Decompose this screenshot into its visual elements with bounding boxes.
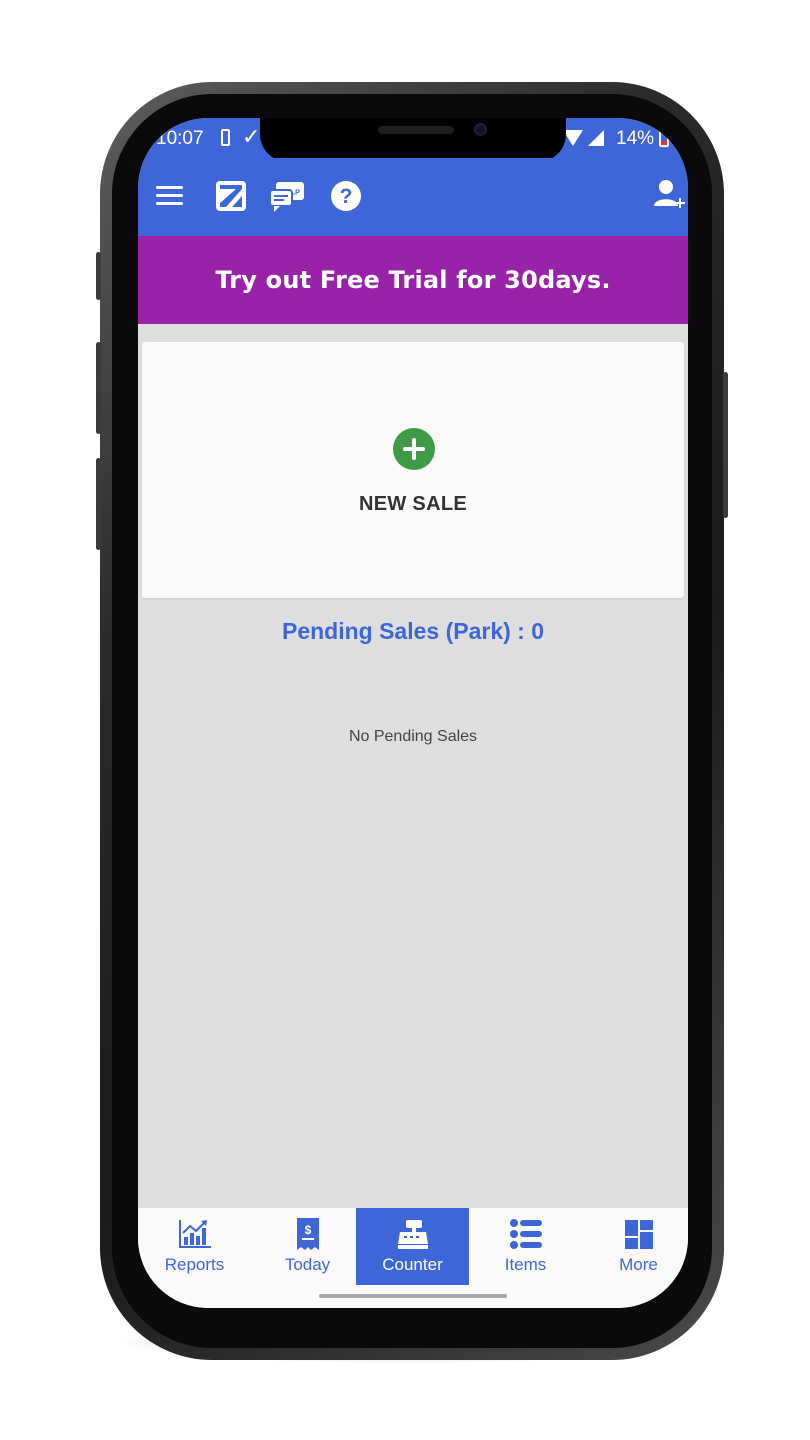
pending-sales-empty-text: No Pending Sales	[348, 728, 478, 745]
battery-percent: 14%	[616, 128, 655, 149]
grid-icon	[624, 1220, 653, 1249]
mute-switch	[96, 252, 101, 300]
new-sale-button[interactable]: NEW SALE	[142, 342, 684, 598]
question-icon[interactable]: ?	[326, 176, 366, 216]
nav-label-counter: Counter	[382, 1255, 443, 1274]
pending-sales-title: Pending Sales (Park) : 0	[281, 618, 545, 644]
svg-text:$: $	[304, 1223, 311, 1237]
new-sale-label: NEW SALE	[359, 493, 467, 515]
list-icon	[509, 1219, 542, 1249]
logo-icon[interactable]	[212, 176, 252, 216]
speaker-grille	[378, 126, 454, 134]
battery-saver-icon	[221, 129, 230, 146]
front-camera	[474, 123, 487, 136]
menu-icon[interactable]	[152, 176, 192, 216]
notch	[260, 118, 566, 162]
nav-label-today: Today	[284, 1255, 331, 1274]
check-icon: ✓	[242, 124, 261, 149]
free-trial-banner[interactable]: Try out Free Trial for 30days.	[138, 236, 688, 324]
volume-down-button	[96, 458, 101, 550]
wifi-icon	[563, 130, 583, 146]
home-indicator[interactable]	[319, 1294, 507, 1298]
help-chat-icon[interactable]: HELP	[268, 176, 308, 216]
app-bar: HELP ?	[138, 158, 688, 236]
power-button	[723, 372, 728, 518]
nav-item-reports[interactable]: Reports	[138, 1208, 251, 1285]
add-user-icon[interactable]	[650, 176, 688, 216]
cash-register-icon	[397, 1220, 428, 1249]
nav-item-items[interactable]: Items	[469, 1208, 582, 1285]
svg-text:?: ?	[340, 185, 353, 208]
nav-label-reports: Reports	[164, 1255, 225, 1274]
nav-item-more[interactable]: More	[582, 1208, 688, 1285]
nav-label-items: Items	[504, 1255, 547, 1274]
reports-icon	[178, 1220, 211, 1248]
signal-icon	[588, 130, 604, 146]
phone-screen: 10:07 ✓ 14% HELP	[138, 118, 688, 1308]
nav-item-today[interactable]: $ Today	[251, 1208, 364, 1285]
nav-label-more: More	[619, 1255, 658, 1274]
nav-item-counter[interactable]: Counter	[356, 1208, 469, 1285]
plus-icon	[393, 428, 435, 470]
bottom-nav: Reports $ Today Counter Items More	[138, 1208, 688, 1308]
battery-icon	[659, 127, 669, 147]
receipt-icon: $	[296, 1218, 319, 1250]
status-time: 10:07	[156, 128, 204, 149]
volume-up-button	[96, 342, 101, 434]
